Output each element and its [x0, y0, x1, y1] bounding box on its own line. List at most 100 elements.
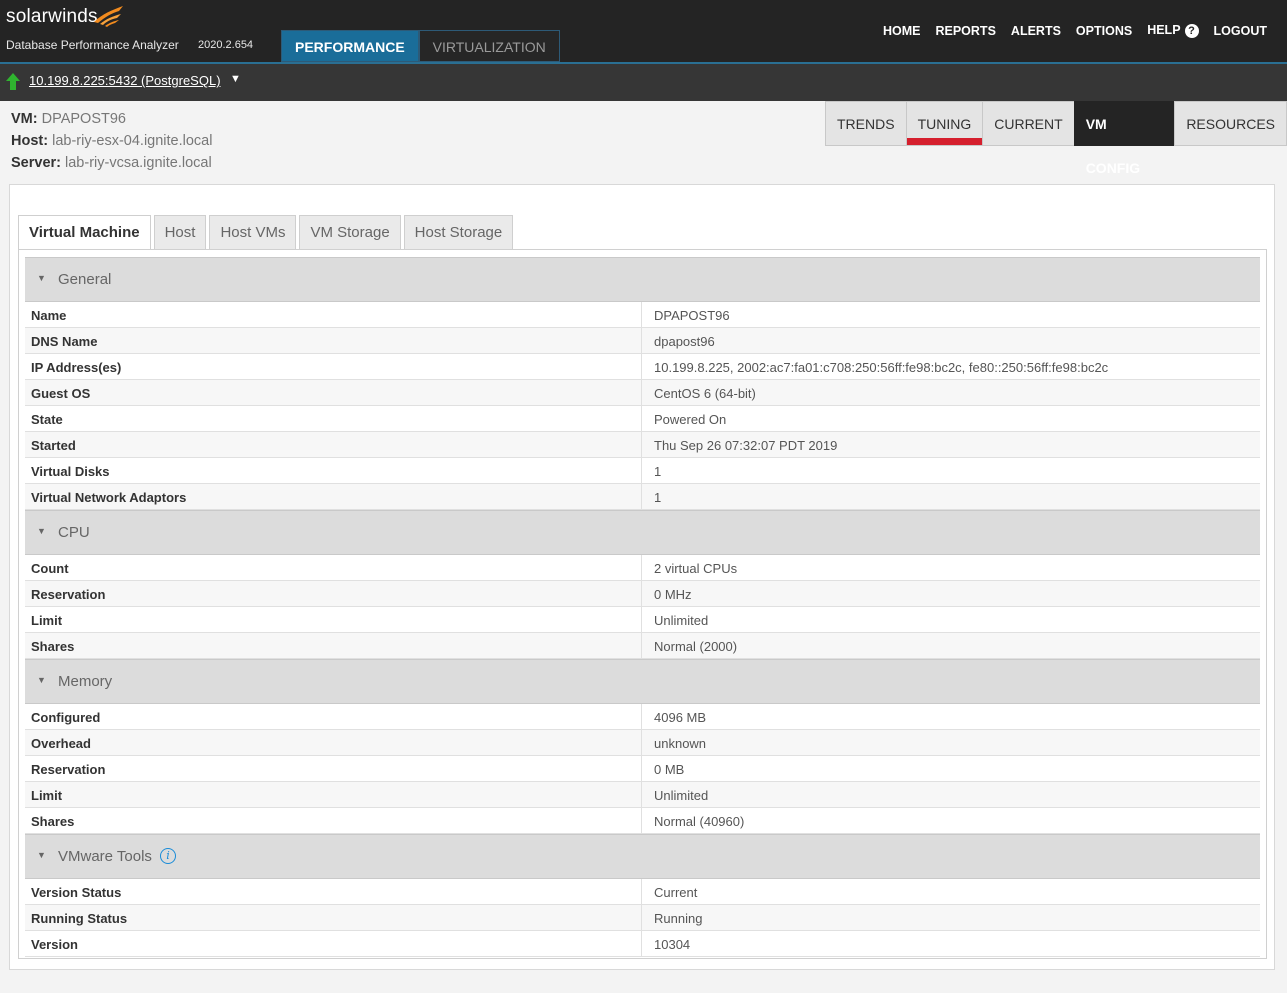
solarwinds-logo[interactable]: solarwinds [6, 6, 123, 28]
row-value: Thu Sep 26 07:32:07 PDT 2019 [654, 438, 838, 453]
tab-virtual-machine[interactable]: Virtual Machine [18, 215, 151, 250]
row-value: unknown [654, 736, 707, 751]
collapse-triangle-icon: ▼ [37, 526, 46, 536]
section-title: VMware Tools [58, 848, 152, 865]
row-key: Virtual Disks [31, 464, 110, 479]
table-row: Limit Unlimited [25, 607, 1260, 633]
table-row: Reservation 0 MB [25, 756, 1260, 782]
row-key: IP Address(es) [31, 360, 122, 375]
status-up-arrow-icon [6, 73, 20, 90]
row-key: Reservation [31, 762, 106, 777]
row-key: Limit [31, 613, 63, 628]
db-instance-dropdown-icon[interactable]: ▼ [230, 73, 241, 85]
tab-host-vms[interactable]: Host VMs [209, 215, 297, 249]
subtab-resources[interactable]: RESOURCES [1174, 101, 1287, 146]
row-key: Guest OS [31, 386, 91, 401]
table-row: Limit Unlimited [25, 782, 1260, 808]
sub-nav: TRENDS TUNING CURRENT VM CONFIG RESOURCE… [825, 101, 1287, 176]
section-title: Memory [58, 673, 113, 690]
row-value: CentOS 6 (64-bit) [654, 386, 756, 401]
row-key: Running Status [31, 911, 128, 926]
subtab-tuning[interactable]: TUNING [905, 101, 984, 146]
table-row: Shares Normal (2000) [25, 633, 1260, 659]
row-key: Count [31, 561, 69, 576]
row-value: DPAPOST96 [654, 308, 730, 323]
row-key: Reservation [31, 587, 106, 602]
table-row: Overhead unknown [25, 730, 1260, 756]
collapse-triangle-icon: ▼ [37, 675, 46, 685]
row-value: 10304 [654, 937, 691, 952]
section-title: CPU [58, 524, 90, 541]
row-value: 2 virtual CPUs [654, 561, 738, 576]
table-row: Configured 4096 MB [25, 704, 1260, 730]
row-value: Normal (2000) [654, 639, 738, 654]
db-instance-bar: 10.199.8.225:5432 (PostgreSQL) ▼ [0, 64, 1287, 101]
row-key: Configured [31, 710, 101, 725]
row-value: 4096 MB [654, 710, 707, 725]
row-key: Overhead [31, 736, 91, 751]
tab-performance[interactable]: PERFORMANCE [281, 30, 419, 62]
menu-logout[interactable]: LOGOUT [1214, 24, 1267, 38]
vm-info-server: Server: lab-riy-vcsa.ignite.local [11, 155, 212, 171]
table-row: Name DPAPOST96 [25, 302, 1260, 328]
row-key: State [31, 412, 63, 427]
table-row: State Powered On [25, 406, 1260, 432]
table-row: Count 2 virtual CPUs [25, 555, 1260, 581]
row-value: 0 MHz [654, 587, 692, 602]
tab-host[interactable]: Host [153, 215, 207, 249]
menu-help[interactable]: HELP? [1147, 23, 1199, 38]
row-value: 1 [654, 464, 662, 479]
db-instance-link[interactable]: 10.199.8.225:5432 (PostgreSQL) [29, 73, 221, 88]
menu-reports[interactable]: REPORTS [935, 24, 995, 38]
solarwinds-bird-icon [94, 6, 123, 27]
row-key: Version Status [31, 885, 122, 900]
row-value: 1 [654, 490, 662, 505]
table-row: Version 10304 [25, 931, 1260, 957]
row-value: Unlimited [654, 613, 709, 628]
product-name: Database Performance Analyzer [6, 38, 179, 52]
menu-options[interactable]: OPTIONS [1076, 24, 1132, 38]
menu-home[interactable]: HOME [883, 24, 921, 38]
table-row: DNS Name dpapost96 [25, 328, 1260, 354]
vm-info: VM: DPAPOST96 Host: lab-riy-esx-04.ignit… [11, 108, 212, 174]
table-row: Virtual Network Adaptors 1 [25, 484, 1260, 510]
row-key: Shares [31, 814, 75, 829]
section-general-header[interactable]: ▼ General [25, 257, 1260, 302]
row-key: Version [31, 937, 78, 952]
section-vmware-tools-header[interactable]: ▼ VMware Tools i [25, 834, 1260, 879]
table-row: Virtual Disks 1 [25, 458, 1260, 484]
row-key: Virtual Network Adaptors [31, 490, 187, 505]
row-key: Shares [31, 639, 75, 654]
tab-virtualization[interactable]: VIRTUALIZATION [418, 30, 560, 62]
tab-vm-storage[interactable]: VM Storage [299, 215, 401, 249]
top-menu: HOME REPORTS ALERTS OPTIONS HELP? LOGOUT [883, 23, 1267, 38]
subtab-current[interactable]: CURRENT [982, 101, 1075, 146]
main-nav: PERFORMANCE VIRTUALIZATION [281, 30, 560, 62]
tab-host-storage[interactable]: Host Storage [403, 215, 514, 249]
row-value: Running [654, 911, 703, 926]
menu-alerts[interactable]: ALERTS [1011, 24, 1061, 38]
subtab-trends[interactable]: TRENDS [825, 101, 907, 146]
row-value: Normal (40960) [654, 814, 745, 829]
table-row: Shares Normal (40960) [25, 808, 1260, 834]
row-key: Limit [31, 788, 63, 803]
row-value: Current [654, 885, 698, 900]
product-version: 2020.2.654 [198, 39, 254, 51]
vm-config-tabs: Virtual Machine Host Host VMs VM Storage… [18, 215, 514, 250]
section-title: General [58, 271, 112, 288]
collapse-triangle-icon: ▼ [37, 850, 46, 860]
info-icon[interactable]: i [160, 848, 176, 864]
top-header: solarwinds Database Performance Analyzer… [0, 0, 1287, 62]
table-row: IP Address(es) 10.199.8.225, 2002:ac7:fa0… [25, 354, 1260, 380]
section-memory-header[interactable]: ▼ Memory [25, 659, 1260, 704]
table-row: Running Status Running [25, 905, 1260, 931]
vm-info-host: Host: lab-riy-esx-04.ignite.local [11, 133, 213, 149]
table-row: Reservation 0 MHz [25, 581, 1260, 607]
section-cpu-header[interactable]: ▼ CPU [25, 510, 1260, 555]
row-key: DNS Name [31, 334, 98, 349]
row-value: Powered On [654, 412, 727, 427]
tab-content: ▼ General Name DPAPOST96 DNS Name dpapost9… [18, 249, 1267, 959]
menu-help-label: HELP [1147, 23, 1181, 37]
table-row: Started Thu Sep 26 07:32:07 PDT 2019 [25, 432, 1260, 458]
subtab-vm-config[interactable]: VM CONFIG [1073, 101, 1176, 176]
